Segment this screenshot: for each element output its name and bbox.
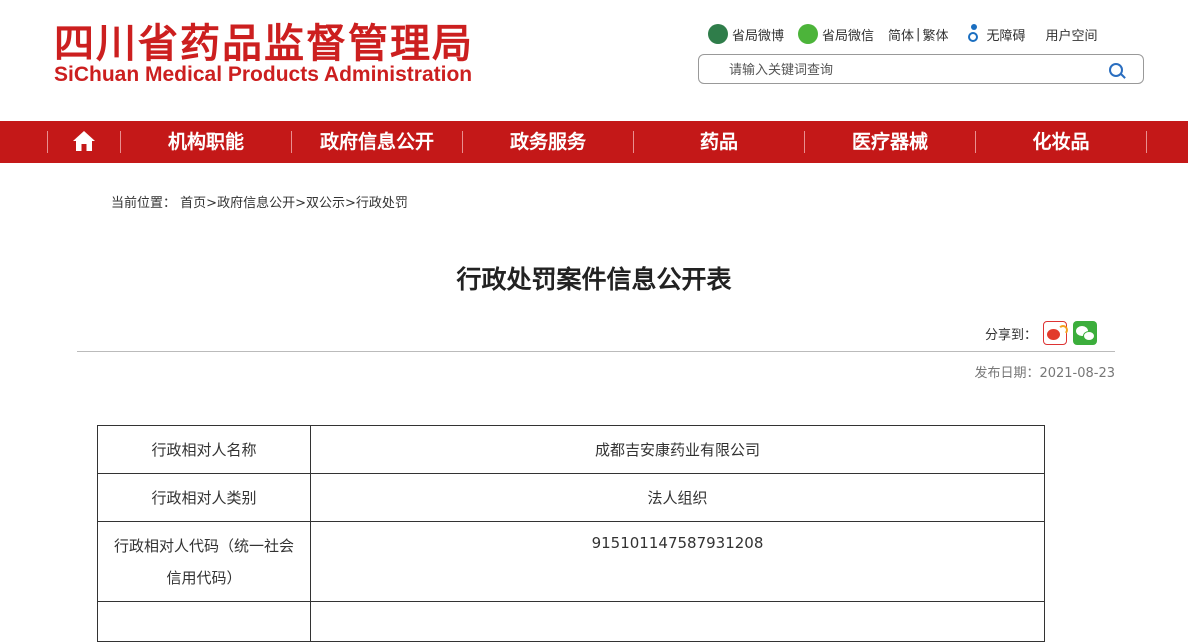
top-links: 省局微博 省局微信 简体 | 繁体 无障碍 用户空间 xyxy=(708,22,1111,46)
language-switch: 简体 | 繁体 xyxy=(888,25,948,44)
breadcrumb-penalty[interactable]: 行政处罚 xyxy=(356,196,408,211)
user-space-link[interactable]: 用户空间 xyxy=(1045,25,1097,44)
wechat-icon xyxy=(798,24,819,44)
main-nav: 机构职能 政府信息公开 政务服务 药品 医疗器械 化妆品 xyxy=(0,121,1188,163)
nav-item-organization[interactable]: 机构职能 xyxy=(121,121,291,163)
weibo-label: 省局微博 xyxy=(732,28,785,44)
traditional-link[interactable]: 繁体 xyxy=(922,25,948,44)
row-label: 行政相对人名称 xyxy=(97,425,311,474)
table-row: 行政相对人类别 法人组织 xyxy=(97,473,1045,522)
page-title: 行政处罚案件信息公开表 xyxy=(456,265,732,294)
row-label: 行政相对人代码（统一社会信用代码） xyxy=(97,521,311,602)
breadcrumb-separator: > xyxy=(345,196,356,211)
logo-chinese[interactable]: 四川省药品监督管理局 xyxy=(54,20,474,68)
search-input[interactable] xyxy=(727,60,1101,80)
breadcrumb-gov-info[interactable]: 政府信息公开 xyxy=(217,196,295,211)
title-divider xyxy=(77,351,1115,352)
breadcrumb-prefix: 当前位置： xyxy=(111,196,177,211)
share-wechat-icon[interactable] xyxy=(1073,321,1098,345)
weibo-icon xyxy=(708,24,728,44)
row-value: 915101147587931208 xyxy=(310,521,1045,602)
logo-english[interactable]: SiChuan Medical Products Administration xyxy=(54,63,472,87)
accessibility-link[interactable]: 无障碍 xyxy=(966,24,1025,44)
language-separator: | xyxy=(916,26,921,42)
weibo-link[interactable]: 省局微博 xyxy=(708,24,784,44)
nav-item-devices[interactable]: 医疗器械 xyxy=(805,121,975,163)
share-bar: 分享到： xyxy=(985,320,1098,346)
row-value: 成都吉安康药业有限公司 xyxy=(310,425,1045,474)
table-row: 行政相对人名称 成都吉安康药业有限公司 xyxy=(97,425,1045,474)
publish-date: 发布日期：2021-08-23 xyxy=(974,366,1115,381)
nav-item-gov-info[interactable]: 政府信息公开 xyxy=(292,121,462,163)
table-row: 行政相对人代码（统一社会信用代码） 915101147587931208 xyxy=(97,521,1045,602)
row-value: 法人组织 xyxy=(310,473,1045,522)
share-weibo-icon[interactable] xyxy=(1043,321,1069,345)
nav-item-cosmetics[interactable]: 化妆品 xyxy=(976,121,1146,163)
accessibility-icon xyxy=(966,24,982,44)
breadcrumb-dual-publicity[interactable]: 双公示 xyxy=(306,196,345,211)
row-label-text: 行政相对人名称 xyxy=(151,440,257,459)
nav-item-drugs[interactable]: 药品 xyxy=(634,121,804,163)
nav-divider xyxy=(1146,131,1147,153)
site-header: 四川省药品监督管理局 SiChuan Medical Products Admi… xyxy=(0,0,1188,121)
breadcrumb-separator: > xyxy=(295,196,306,211)
accessibility-label: 无障碍 xyxy=(986,28,1026,44)
row-label: 行政相对人类别 xyxy=(97,473,311,522)
row-label-text: 行政相对人代码（统一社会信用代码） xyxy=(113,536,294,587)
wechat-link[interactable]: 省局微信 xyxy=(798,24,874,44)
info-table: 行政相对人名称 成都吉安康药业有限公司 行政相对人类别 法人组织 行政相对人代码… xyxy=(97,425,1045,642)
breadcrumb: 当前位置： 首页>政府信息公开>双公示>行政处罚 xyxy=(111,192,408,211)
search-icon[interactable] xyxy=(1109,63,1123,77)
simplified-link[interactable]: 简体 xyxy=(888,25,914,44)
wechat-label: 省局微信 xyxy=(822,28,875,44)
nav-item-services[interactable]: 政务服务 xyxy=(463,121,633,163)
share-label: 分享到： xyxy=(985,327,1038,343)
breadcrumb-home[interactable]: 首页 xyxy=(180,196,206,211)
search-box xyxy=(698,54,1144,84)
breadcrumb-separator: > xyxy=(206,196,218,211)
home-icon[interactable] xyxy=(72,130,96,152)
row-label-text: 行政相对人类别 xyxy=(151,488,257,507)
